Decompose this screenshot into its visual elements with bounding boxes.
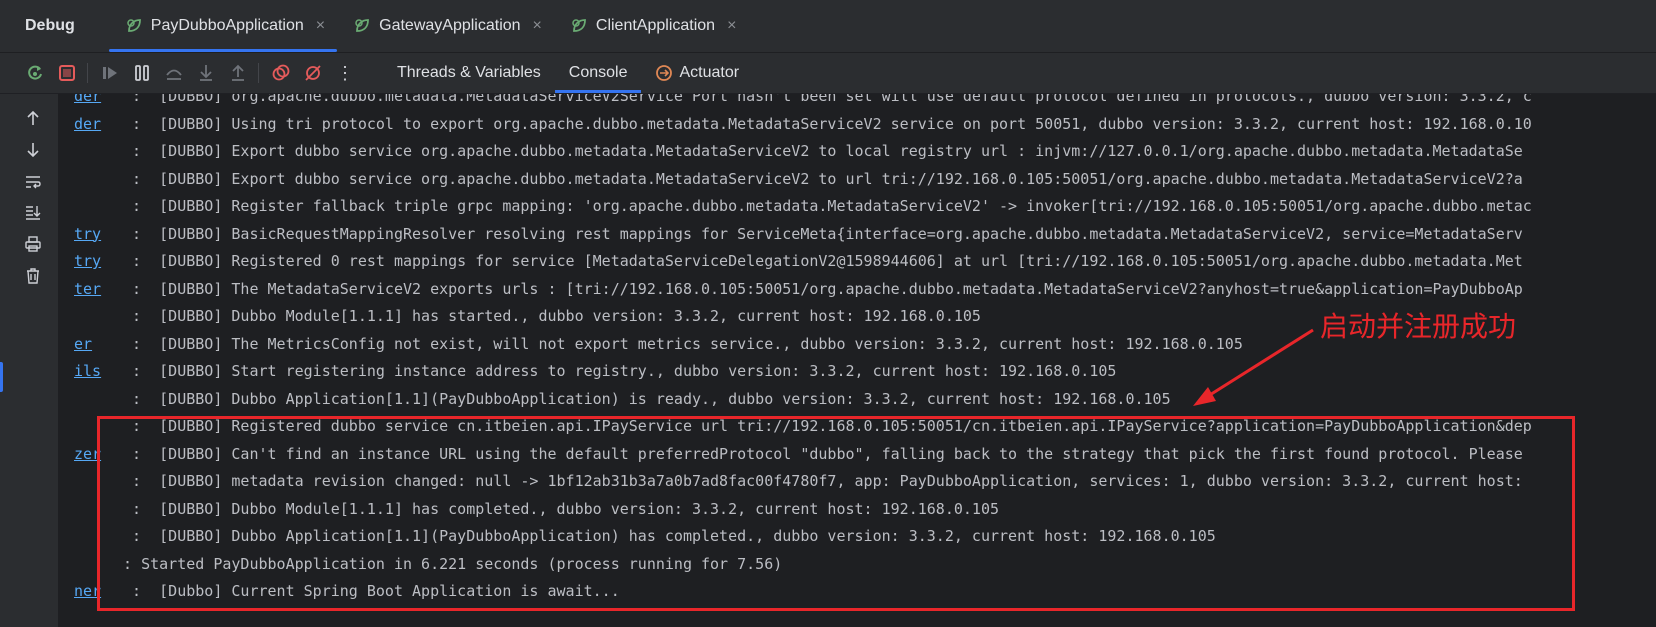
annotation-text: 启动并注册成功 [1320, 310, 1517, 343]
